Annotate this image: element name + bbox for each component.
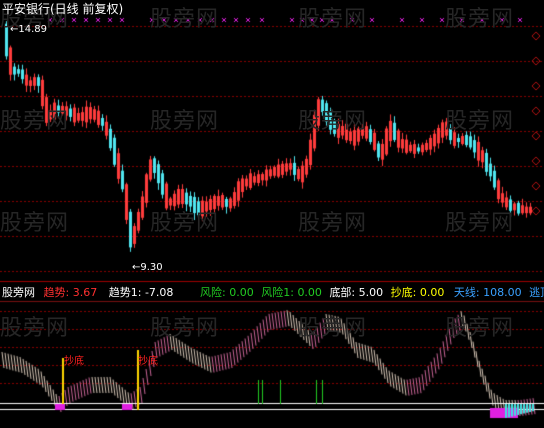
watermark: 股旁网: [445, 316, 515, 341]
chaodi-mark: 抄底: [64, 356, 84, 367]
price-low-label: ←9.30: [132, 262, 163, 273]
price-low-value: 9.30: [140, 262, 163, 273]
indicator-brand: 股旁网: [2, 286, 35, 299]
chaodi-label: 抄底:: [390, 286, 417, 299]
indicator-header-right: 风险: 0.00 风险1: 0.00 底部: 5.00 抄底: 0.00 天线:…: [200, 287, 544, 299]
watermark: 股旁网: [445, 7, 515, 32]
chart-title: 平安银行(日线 前复权): [2, 2, 124, 16]
chaodi-value: 0.00: [419, 286, 445, 299]
watermark: 股旁网: [0, 109, 70, 134]
antenna-value: 108.00: [483, 286, 522, 299]
trend-label: 趋势:: [43, 286, 70, 299]
watermark: 股旁网: [298, 109, 368, 134]
escape-top-label: 逃顶: [529, 286, 544, 299]
risk1-label: 风险1:: [261, 286, 294, 299]
watermark: 股旁网: [445, 211, 515, 236]
watermark: 股旁网: [298, 211, 368, 236]
watermark: 股旁网: [298, 316, 368, 341]
antenna-label: 天线:: [453, 286, 480, 299]
trend1-value: -7.08: [144, 286, 174, 299]
watermark: 股旁网: [150, 7, 220, 32]
watermark: 股旁网: [0, 316, 70, 341]
watermark: 股旁网: [0, 211, 70, 236]
trend1-label: 趋势1:: [108, 286, 142, 299]
price-high-label: ←14.89: [10, 24, 48, 35]
risk-label: 风险:: [200, 286, 226, 299]
watermark: 股旁网: [150, 316, 220, 341]
watermark: 股旁网: [445, 109, 515, 134]
watermark: 股旁网: [150, 109, 220, 134]
price-high-value: 14.89: [18, 24, 48, 35]
chaodi-mark: 抄底: [138, 356, 158, 367]
bottom-label: 底部:: [329, 286, 356, 299]
watermark: 股旁网: [298, 7, 368, 32]
watermark: 股旁网: [150, 211, 220, 236]
bottom-value: 5.00: [358, 286, 384, 299]
risk1-value: 0.00: [297, 286, 322, 299]
trend-value: 3.67: [72, 286, 98, 299]
indicator-header: 股旁网 趋势: 3.67 趋势1: -7.08: [2, 287, 173, 299]
risk-value: 0.00: [229, 286, 254, 299]
